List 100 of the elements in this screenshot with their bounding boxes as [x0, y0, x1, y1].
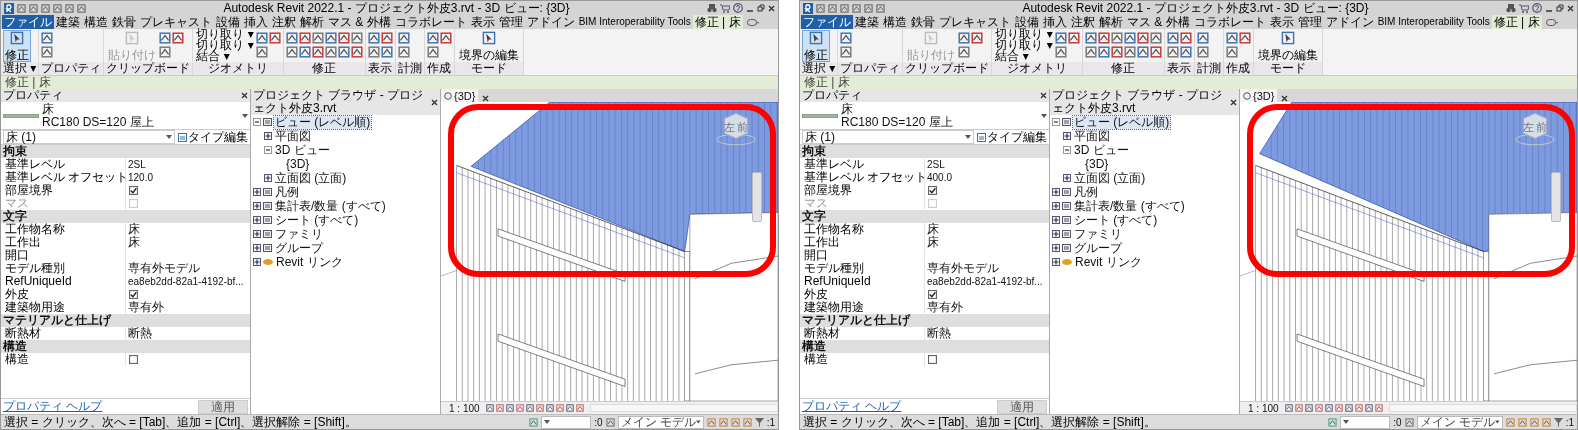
collapse-icon[interactable] — [1052, 118, 1060, 126]
tool-icon[interactable] — [1166, 32, 1179, 44]
quick-access-icon[interactable] — [864, 3, 873, 13]
tool-icon[interactable] — [285, 46, 298, 58]
tree-item[interactable]: グループ — [1073, 241, 1123, 255]
view-control-icon[interactable] — [535, 404, 544, 412]
tree-item[interactable]: 平面図 — [1073, 129, 1111, 143]
tool-icon[interactable] — [1149, 32, 1162, 44]
ribbon-button[interactable]: 結合 ▾ — [994, 51, 1054, 62]
ribbon-tab[interactable]: 挿入 — [242, 15, 270, 29]
restore-icon[interactable] — [757, 4, 765, 12]
tree-item[interactable]: 凡例 — [1073, 185, 1099, 199]
tool-icon[interactable] — [298, 46, 311, 58]
view-control-icon[interactable] — [1374, 404, 1383, 412]
view-control-icon[interactable] — [1344, 404, 1353, 412]
tool-icon[interactable] — [380, 32, 393, 44]
view-control-icon[interactable] — [1324, 404, 1333, 412]
ribbon-tab[interactable]: 管理 — [1295, 15, 1324, 29]
toggle-icon[interactable] — [746, 18, 759, 26]
ribbon-tab[interactable]: 鉄骨 — [110, 15, 138, 29]
tool-icon[interactable] — [337, 32, 350, 44]
ribbon-tab[interactable]: 修正 | 床 — [1491, 15, 1542, 29]
tool-icon[interactable] — [255, 32, 268, 44]
tree-item[interactable]: 平面図 — [274, 129, 312, 143]
ribbon-tab[interactable]: ファイル — [801, 15, 853, 29]
tool-icon[interactable] — [397, 46, 410, 58]
close-icon[interactable] — [768, 4, 775, 12]
tool-icon[interactable] — [1097, 46, 1110, 58]
tool-icon[interactable] — [1067, 32, 1080, 44]
expand-icon[interactable] — [253, 216, 261, 224]
tool-icon[interactable] — [426, 32, 439, 44]
filter-icon[interactable] — [754, 417, 764, 427]
tool-icon[interactable] — [1196, 32, 1209, 44]
view-control-icon[interactable] — [485, 404, 494, 412]
ribbon-tab[interactable]: 表示 — [1267, 15, 1296, 29]
ribbon-button[interactable]: 結合 ▾ — [195, 51, 255, 62]
view-scale[interactable]: 1 : 100 — [1248, 402, 1279, 414]
tool-icon[interactable] — [439, 32, 452, 44]
view-control-icon[interactable] — [545, 404, 554, 412]
apply-button[interactable]: 適用 — [997, 399, 1047, 414]
tree-item[interactable]: グループ — [274, 241, 324, 255]
tool-icon[interactable] — [840, 46, 853, 58]
ribbon-tab[interactable]: プレキャスト — [937, 15, 1013, 29]
tool-icon[interactable] — [1225, 46, 1238, 58]
quick-access-icon[interactable] — [876, 3, 885, 13]
view-control-icon[interactable] — [1284, 404, 1293, 412]
model-dropdown[interactable]: メイン モデル — [1416, 415, 1503, 429]
tool-icon[interactable] — [337, 46, 350, 58]
expand-icon[interactable] — [253, 258, 261, 266]
tree-item[interactable]: 凡例 — [274, 185, 300, 199]
tree-item[interactable]: ビュー (レベル順) — [1073, 115, 1171, 129]
tool-icon[interactable] — [1149, 46, 1162, 58]
expand-icon[interactable] — [264, 132, 272, 140]
view-control-icon[interactable] — [555, 404, 564, 412]
tree-item[interactable]: {3D} — [1084, 157, 1110, 171]
tree-item[interactable]: 集計表/数量 (すべて) — [274, 199, 387, 213]
ribbon-button[interactable]: 切り取り ▾ — [195, 29, 255, 40]
tree-item[interactable]: シート (すべて) — [274, 213, 360, 227]
tree-item[interactable]: ファミリ — [274, 227, 324, 241]
ribbon-tab[interactable]: 建築 — [54, 15, 82, 29]
apply-button[interactable]: 適用 — [198, 399, 248, 414]
tree-item[interactable]: 3D ビュー — [1073, 143, 1130, 157]
expand-icon[interactable] — [253, 244, 261, 252]
view-tab[interactable]: {3D} — [1240, 89, 1278, 102]
ribbon-tab[interactable]: マス & 外構 — [326, 15, 393, 29]
tool-icon[interactable] — [324, 46, 337, 58]
quick-access-icon[interactable] — [852, 3, 861, 13]
tool-icon[interactable] — [1123, 46, 1136, 58]
quick-access-icon[interactable] — [29, 3, 38, 13]
instance-filter-dropdown[interactable]: 床 (1) — [3, 130, 175, 144]
tree-item[interactable]: シート (すべて) — [1073, 213, 1159, 227]
view-tab[interactable]: {3D} — [441, 89, 479, 102]
tool-icon[interactable] — [159, 32, 172, 44]
view-scale[interactable]: 1 : 100 — [449, 402, 480, 414]
checkbox[interactable] — [129, 290, 138, 299]
close-icon[interactable] — [241, 92, 248, 99]
binoculars-icon[interactable] — [707, 3, 717, 13]
tool-icon[interactable] — [311, 46, 324, 58]
tool-icon[interactable] — [840, 32, 853, 44]
ribbon-tab[interactable]: 設備 — [214, 15, 242, 29]
expand-icon[interactable] — [1052, 188, 1060, 196]
ribbon-tab[interactable]: 鉄骨 — [909, 15, 937, 29]
tree-item[interactable]: 集計表/数量 (すべて) — [1073, 199, 1186, 213]
tool-icon[interactable] — [1238, 32, 1251, 44]
expand-icon[interactable] — [1052, 244, 1060, 252]
type-edit-button[interactable]: タイプ編集 — [178, 130, 248, 144]
horizontal-scrollbar[interactable] — [1388, 404, 1577, 412]
view-control-icon[interactable] — [505, 404, 514, 412]
quick-access-icon[interactable] — [65, 3, 74, 13]
tree-item[interactable]: 3D ビュー — [274, 143, 331, 157]
tool-icon[interactable] — [1054, 32, 1067, 44]
tool-icon[interactable] — [41, 46, 54, 58]
ribbon-tab[interactable]: アドイン — [1323, 15, 1376, 29]
ribbon-tab[interactable]: 建築 — [853, 15, 881, 29]
expand-icon[interactable] — [1063, 174, 1071, 182]
help-link[interactable]: プロパティ ヘルプ — [802, 400, 902, 413]
ribbon-button[interactable]: 境界の編集 — [1255, 29, 1320, 62]
close-icon[interactable] — [431, 98, 438, 106]
tool-icon[interactable] — [172, 32, 185, 44]
type-edit-button[interactable]: タイプ編集 — [977, 130, 1047, 144]
